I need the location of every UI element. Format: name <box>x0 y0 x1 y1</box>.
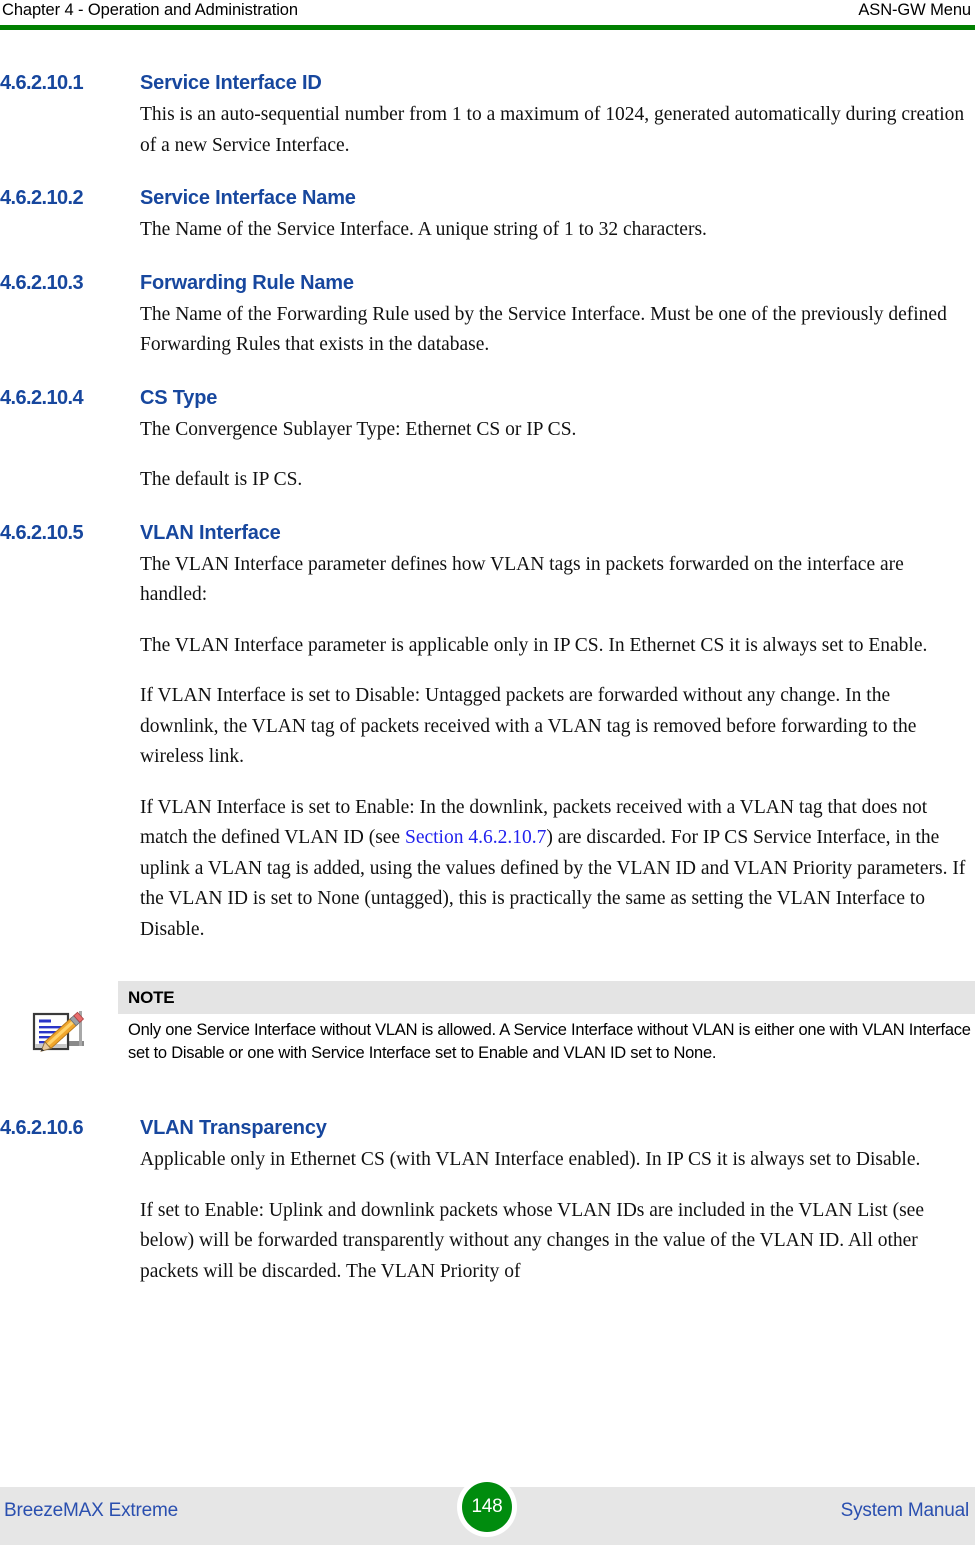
footer-document-type: System Manual <box>840 1500 970 1521</box>
section-title: Forwarding Rule Name <box>140 271 354 294</box>
section-number: 4.6.2.10.1 <box>0 72 84 94</box>
section-number: 4.6.2.10.3 <box>0 271 84 294</box>
section-heading-forwarding-rule-name: 4.6.2.10.3 Forwarding Rule Name <box>0 272 975 295</box>
section-heading-vlan-interface: 4.6.2.10.5 VLAN Interface <box>0 522 975 545</box>
paragraph: The Name of the Service Interface. A uni… <box>140 219 707 240</box>
section-title: Service Interface ID <box>140 72 322 94</box>
page-number-badge: 148 <box>457 1477 517 1537</box>
cross-reference-link[interactable]: Section 4.6.2.10.7 <box>405 827 546 848</box>
section-title: VLAN Transparency <box>140 1117 327 1139</box>
paragraph: The Convergence Sublayer Type: Ethernet … <box>140 418 577 440</box>
paragraph-with-cross-reference: If VLAN Interface is set to Enable: In t… <box>140 793 973 946</box>
paragraph: Applicable only in Ethernet CS (with VLA… <box>140 1149 921 1170</box>
section-number: 4.6.2.10.2 <box>0 187 84 209</box>
page-content: 4.6.2.10.1 Service Interface ID This is … <box>0 72 975 1287</box>
paragraph: This is an auto-sequential number from 1… <box>140 104 965 156</box>
header-section-title: ASN-GW Menu <box>858 1 971 19</box>
footer-product-name: BreezeMAX Extreme <box>4 1500 178 1521</box>
section-heading-service-interface-name: 4.6.2.10.2 Service Interface Name <box>0 187 975 210</box>
section-number: 4.6.2.10.5 <box>0 521 84 544</box>
section-number: 4.6.2.10.6 <box>0 1117 84 1139</box>
note-header-band: NOTE <box>118 981 975 1014</box>
note-text: Only one Service Interface without VLAN … <box>128 1021 971 1062</box>
paragraph: The default is IP CS. <box>140 469 303 490</box>
section-number: 4.6.2.10.4 <box>0 386 84 409</box>
header-divider-rule <box>0 25 975 30</box>
paragraph: The Name of the Forwarding Rule used by … <box>140 303 947 356</box>
note-block: NOTE Only one Service Interface without … <box>0 981 975 1091</box>
section-heading-service-interface-id: 4.6.2.10.1 Service Interface ID <box>0 72 975 95</box>
section-heading-cs-type: 4.6.2.10.4 CS Type <box>0 387 975 410</box>
page-number: 148 <box>471 1496 503 1517</box>
page-footer: BreezeMAX Extreme 148 System Manual <box>0 1477 975 1545</box>
section-title: Service Interface Name <box>140 187 356 209</box>
page-number-disc: 148 <box>462 1482 512 1532</box>
section-title: VLAN Interface <box>140 521 281 544</box>
paragraph: The VLAN Interface parameter defines how… <box>140 553 904 606</box>
paragraph: If VLAN Interface is set to Disable: Unt… <box>140 685 917 767</box>
notepad-pencil-icon <box>26 1003 88 1065</box>
page-running-header: Chapter 4 - Operation and Administration… <box>0 0 975 26</box>
paragraph: The VLAN Interface parameter is applicab… <box>140 634 928 656</box>
header-chapter-title: Chapter 4 - Operation and Administration <box>2 1 298 19</box>
paragraph: If set to Enable: Uplink and downlink pa… <box>140 1199 924 1282</box>
section-title: CS Type <box>140 386 218 409</box>
section-heading-vlan-transparency: 4.6.2.10.6 VLAN Transparency <box>0 1117 975 1140</box>
note-label: NOTE <box>128 987 175 1007</box>
